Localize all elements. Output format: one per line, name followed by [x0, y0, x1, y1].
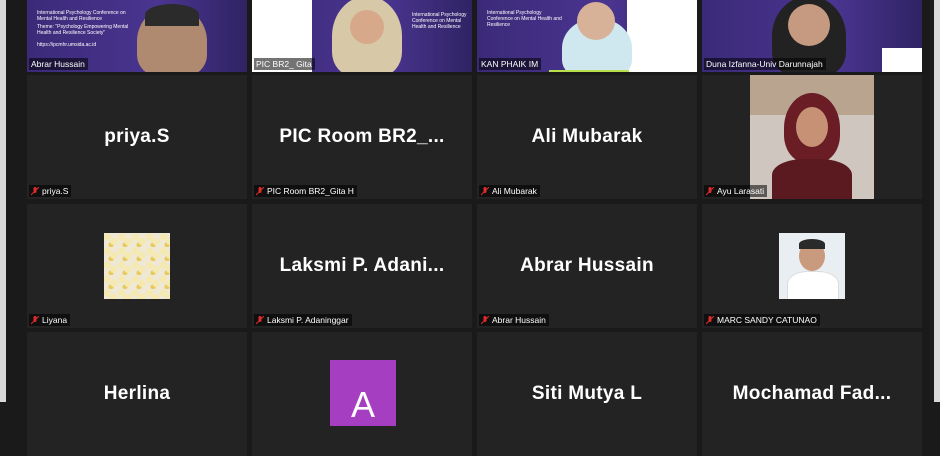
video-tile-duna[interactable]: Duna Izfanna-Univ Darunnajah — [702, 0, 922, 72]
participant-label: Liyana — [29, 314, 71, 326]
tile-liyana[interactable]: Liyana — [27, 204, 247, 328]
video-tile-abrar[interactable]: International Psychology Conference on M… — [27, 0, 247, 72]
video-tile-gita[interactable]: International Psychology Conference on M… — [252, 0, 472, 72]
participant-label: PIC BR2_ Gita — [254, 58, 315, 70]
muted-mic-icon — [706, 186, 714, 195]
window-right-edge — [934, 0, 940, 402]
participant-label: MARC SANDY CATUNAO — [704, 314, 820, 326]
participant-label: Ayu Larasati — [704, 185, 768, 197]
face — [577, 2, 615, 40]
hair — [799, 239, 825, 249]
video-tile-kan[interactable]: International Psychology Conference on M… — [477, 0, 697, 72]
muted-mic-icon — [481, 315, 489, 324]
participant-label: Abrar Hussain — [479, 314, 549, 326]
shoulders — [772, 159, 852, 199]
tile-avatar-a[interactable]: A — [252, 332, 472, 456]
face — [796, 107, 828, 147]
tile-herlina[interactable]: Herlina — [27, 332, 247, 456]
participant-label: Abrar Hussain — [29, 58, 88, 70]
tile-abrar-2[interactable]: Abrar Hussain Abrar Hussain — [477, 204, 697, 328]
shirt — [787, 271, 839, 299]
face — [350, 10, 384, 44]
participant-name: PIC Room BR2_... — [279, 126, 445, 147]
slide-url: https://ipcmhr.umsida.ac.id — [37, 42, 97, 48]
profile-picture — [104, 233, 170, 299]
tile-mochamad[interactable]: Mochamad Fad... — [702, 332, 922, 456]
slide-title: International Psychology Conference on M… — [37, 10, 126, 22]
hair — [145, 4, 199, 26]
window-left-edge — [0, 0, 6, 402]
participant-label: Ali Mubarak — [479, 185, 540, 197]
slide-theme: Theme: "Psychology Empowering Mental Hea… — [37, 24, 129, 36]
speaking-indicator — [549, 70, 629, 72]
tile-priya[interactable]: priya.S priya.S — [27, 75, 247, 199]
tile-ali[interactable]: Ali Mubarak Ali Mubarak — [477, 75, 697, 199]
participant-label: Laksmi P. Adaninggar — [254, 314, 352, 326]
tile-pic-room[interactable]: PIC Room BR2_... PIC Room BR2_Gita H — [252, 75, 472, 199]
tile-ayu[interactable]: Ayu Larasati — [702, 75, 922, 199]
participant-video — [750, 75, 874, 199]
participant-name: priya.S — [104, 126, 170, 147]
profile-picture — [779, 233, 845, 299]
muted-mic-icon — [481, 186, 489, 195]
face — [788, 4, 830, 46]
participant-label: KAN PHAIK IM — [479, 58, 542, 70]
slide-title: International Psychology Conference on M… — [487, 10, 562, 28]
muted-mic-icon — [31, 315, 39, 324]
avatar: A — [330, 360, 396, 426]
participant-name: Laksmi P. Adani... — [279, 255, 445, 276]
participant-name: Ali Mubarak — [531, 126, 643, 147]
slide-title: International Psychology Conference on M… — [412, 12, 467, 30]
tile-laksmi[interactable]: Laksmi P. Adani... Laksmi P. Adaninggar — [252, 204, 472, 328]
tile-marc[interactable]: MARC SANDY CATUNAO — [702, 204, 922, 328]
muted-mic-icon — [256, 186, 264, 195]
participant-name: Abrar Hussain — [520, 255, 654, 276]
participant-label: priya.S — [29, 185, 72, 197]
participant-label: Duna Izfanna-Univ Darunnajah — [704, 58, 826, 70]
muted-mic-icon — [256, 315, 264, 324]
muted-mic-icon — [31, 186, 39, 195]
muted-mic-icon — [706, 315, 714, 324]
participant-label: PIC Room BR2_Gita H — [254, 185, 357, 197]
tile-siti[interactable]: Siti Mutya L — [477, 332, 697, 456]
